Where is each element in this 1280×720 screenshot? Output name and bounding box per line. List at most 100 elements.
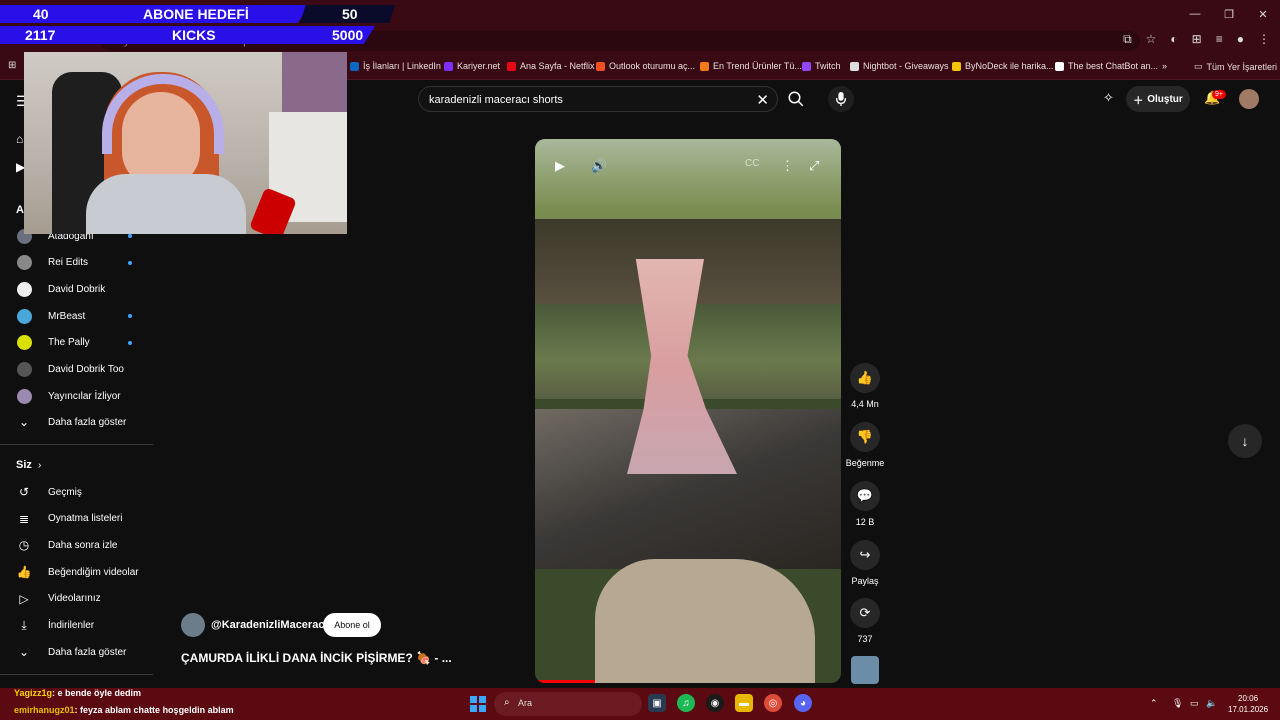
volume-tray-icon[interactable]: 🔈 [1206,698,1217,709]
minimize-button[interactable]: — [1178,0,1212,28]
search-input[interactable]: karadenizli maceracı shorts [429,94,563,106]
short-title[interactable]: ÇAMURDA İLİKLİ DANA İNCİK PİŞİRME? 🍖 - .… [181,651,452,665]
spotify-icon[interactable]: ♫ [677,694,695,712]
display-tray-icon[interactable]: ▭ [1190,698,1199,709]
captions-icon[interactable]: CC [745,158,759,169]
clear-search-icon[interactable]: ✕ [756,91,769,109]
search-box[interactable]: karadenizli maceracı shorts ✕ [418,86,778,112]
profile-icon[interactable]: ● [1237,32,1244,47]
comment-icon[interactable]: 💬 [850,481,880,511]
remix-action[interactable]: ⟳ 737 [844,598,886,644]
microphone-icon [835,92,847,106]
bookmark-item[interactable]: Outlook oturumu aç... [596,61,695,71]
reading-list-icon[interactable]: ≡ [1216,32,1223,47]
subscription-label: David Dobrik Too [48,364,124,375]
like-action[interactable]: 👍 4,4 Mn [844,363,886,409]
dislike-action[interactable]: 👎 Beğenme [844,422,886,468]
account-avatar[interactable] [1239,89,1259,109]
more-options-icon[interactable]: ⋮ [781,158,794,174]
show-more-you[interactable]: ⌄ Daha fazla göster [0,639,155,665]
kicks-goal-row: 2117 KICKS 5000 [0,26,395,44]
taskbar-search[interactable]: ⌕ Ara [494,692,642,716]
subscription-label: Yayıncılar İzliyor [48,390,121,402]
next-short-button[interactable]: ↓ [1228,424,1262,458]
search-button[interactable] [778,86,814,112]
like-count: 4,4 Mn [851,399,879,409]
subscriber-goal-label: ABONE HEDEFİ [143,6,249,22]
bookmark-item[interactable]: Twitch [802,61,841,71]
subscriptions-heading: A [16,204,24,216]
mic-tray-icon[interactable]: 🎙 [1172,698,1183,709]
all-bookmarks-button[interactable]: ▭ Tüm Yer İşaretleri [1194,61,1277,72]
sound-thumbnail[interactable] [851,656,879,684]
obs-icon[interactable]: ◉ [706,694,724,712]
channel-avatar [17,388,32,404]
sidebar-item-clock[interactable]: ◷ Daha sonra izle [0,532,155,558]
bookmark-item[interactable]: The best ChatBot an... [1055,61,1158,71]
bookmark-label: Twitch [815,61,841,71]
sidebar-item-like[interactable]: 👍 Beğendiğim videolar [0,559,155,585]
sidebar-item-label: Beğendiğim videolar [48,566,139,578]
subscription-item[interactable]: MrBeast [0,303,155,329]
file-explorer-icon[interactable]: ▬ [735,694,753,712]
bookmark-star-icon[interactable]: ☆ [1146,32,1157,47]
subscription-item[interactable]: Yayıncılar İzliyor [0,383,155,409]
volume-icon[interactable]: 🔊 [591,158,607,174]
subscription-item[interactable]: The Pally [0,330,155,356]
arrow-down-icon: ↓ [1241,433,1249,449]
you-section-heading[interactable]: Siz › [0,452,155,478]
home-icon[interactable]: ⌂ [16,132,23,146]
apps-grid-icon[interactable]: ⊞ [8,60,16,71]
kebab-menu-icon[interactable]: ⋮ [1258,32,1270,47]
cast-icon[interactable]: ✧ [1103,90,1114,106]
voice-search-button[interactable] [828,86,854,112]
subscription-item[interactable]: David Dobrik Too [0,357,155,383]
comments-action[interactable]: 💬 12 B [844,481,886,527]
subscription-label: Rei Edits [48,257,89,269]
like-icon[interactable]: 👍 [850,363,880,393]
bookmark-item[interactable]: Kariyer.net [444,61,500,71]
video-progress-bar[interactable] [535,680,595,683]
tray-chevron-icon[interactable]: ⌃ [1150,698,1158,709]
channel-avatar[interactable] [181,613,205,637]
bookmark-item[interactable]: Nightbot - Giveaways [850,61,949,71]
bookmark-item[interactable]: En Trend Ürünler Tü... [700,61,802,71]
sidebar-item-video[interactable]: ▷ Videolarınız [0,586,155,612]
windows-start-icon[interactable] [470,696,486,712]
channel-name[interactable]: @KaradenizliMaceracı [211,619,328,631]
subscription-item[interactable]: Rei Edits [0,250,155,276]
sidebar-item-history[interactable]: ↺ Geçmiş [0,479,155,505]
playlist-icon: ≣ [18,511,30,526]
maximize-button[interactable]: ❐ [1212,0,1246,28]
subscription-label: MrBeast [48,310,86,322]
bookmark-favicon-icon [596,61,605,71]
bookmark-item[interactable]: ByNoDeck ile harika... [952,61,1054,71]
task-view-icon[interactable]: ▣ [648,694,666,712]
shorts-video-player[interactable]: ▶ 🔊 CC ⋮ ⤢ [535,139,841,683]
bookmark-item[interactable]: Ana Sayfa - Netflix [507,61,595,71]
dislike-icon[interactable]: 👎 [850,422,880,452]
taskbar-clock[interactable]: 20:06 17.01.2026 [1228,693,1268,715]
extension-icon[interactable]: ◐ [1170,32,1177,47]
sidebar-item-download[interactable]: ⤓ İndirilenler [0,613,155,639]
subscription-item[interactable]: David Dobrik [0,276,155,302]
close-button[interactable]: ✕ [1246,0,1280,28]
share-icon[interactable]: ↪ [850,540,880,570]
discord-icon[interactable]: ◕ [794,694,812,712]
puzzle-icon[interactable]: ⊞ [1192,32,1202,47]
chrome-icon[interactable]: ◎ [764,694,782,712]
bookmark-item[interactable]: İş İlanları | LinkedIn [350,61,441,71]
share-action[interactable]: ↪ Paylaş [844,540,886,586]
show-more-subscriptions[interactable]: ⌄ Daha fazla göster [0,409,155,435]
subscribe-button[interactable]: Abone ol [323,613,381,637]
sidebar-item-playlist[interactable]: ≣ Oynatma listeleri [0,506,155,532]
bookmarks-overflow-button[interactable]: » [1162,61,1167,71]
remix-icon[interactable]: ⟳ [850,598,880,628]
install-app-icon[interactable]: ⧉ [1123,32,1132,47]
all-bookmarks-label: Tüm Yer İşaretleri [1206,61,1278,72]
play-icon[interactable]: ▶ [555,158,565,174]
toolbar-icons: ⧉ ☆ ◐ ⊞ ≡ ● ⋮ [1123,32,1270,47]
create-button[interactable]: ＋ Oluştur [1126,86,1190,112]
fullscreen-icon[interactable]: ⤢ [809,158,819,174]
like-icon: 👍 [16,565,32,580]
